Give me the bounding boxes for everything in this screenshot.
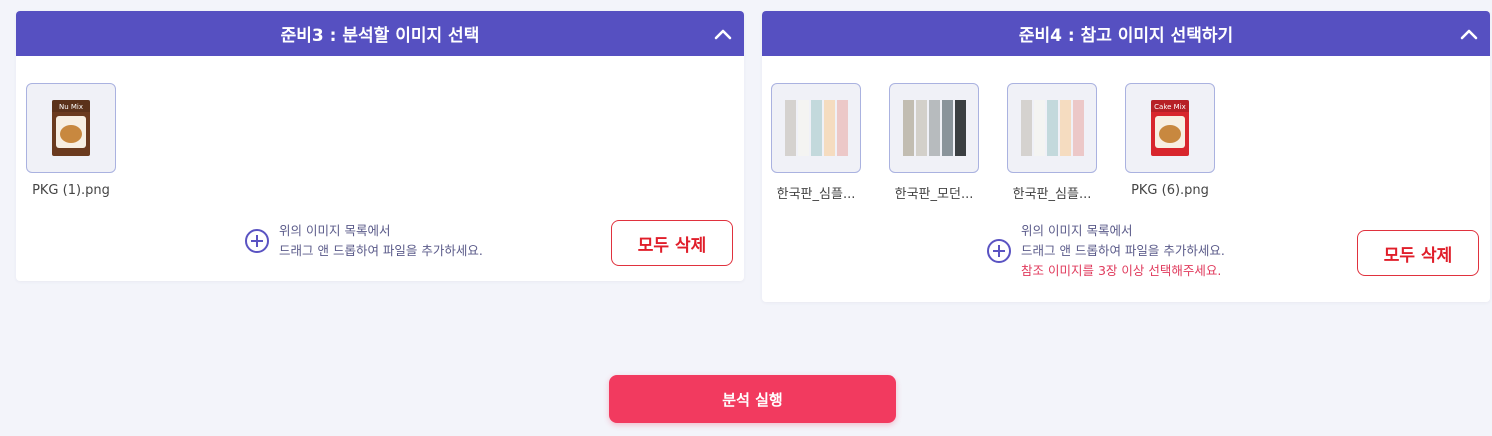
image-thumbnail[interactable]: Nu Mix PKG (1).png xyxy=(21,83,121,198)
thumbnail-frame[interactable] xyxy=(889,83,979,173)
chevron-up-icon xyxy=(714,29,732,40)
palette-swatch xyxy=(836,100,848,156)
image-thumbnail[interactable]: 한국판_심플... xyxy=(1002,83,1102,202)
color-palette-image xyxy=(902,100,966,156)
panel-title: 준비4 : 참고 이미지 선택하기 xyxy=(1018,26,1234,46)
plus-circle-icon[interactable] xyxy=(245,229,269,253)
collapse-button[interactable] xyxy=(1458,23,1480,45)
image-thumbnail[interactable]: 한국판_심플... xyxy=(766,83,866,202)
panel-header: 준비4 : 참고 이미지 선택하기 xyxy=(762,11,1490,56)
image-thumbnail[interactable]: Cake Mix PKG (6).png xyxy=(1120,83,1220,198)
palette-swatch xyxy=(954,100,966,156)
warning-message: 참조 이미지를 3장 이상 선택해주세요. xyxy=(1021,263,1222,278)
reference-image-panel: 준비4 : 참고 이미지 선택하기 한국판_심플... 한국판_모던... 한국판_… xyxy=(762,11,1490,302)
color-palette-image xyxy=(784,100,848,156)
palette-swatch xyxy=(915,100,927,156)
clear-all-button[interactable]: 모두 삭제 xyxy=(611,220,733,266)
product-package-image: Nu Mix xyxy=(52,100,90,156)
drop-hint-line: 위의 이미지 목록에서 xyxy=(279,223,391,238)
drop-zone[interactable]: 위의 이미지 목록에서 드래그 앤 드롭하여 파일을 추가하세요. xyxy=(245,221,483,261)
image-thumbnail[interactable]: 한국판_모던... xyxy=(884,83,984,202)
palette-swatch xyxy=(810,100,822,156)
drop-hint: 위의 이미지 목록에서 드래그 앤 드롭하여 파일을 추가하세요. xyxy=(279,221,483,261)
palette-swatch xyxy=(784,100,796,156)
product-package-image: Cake Mix xyxy=(1151,100,1189,156)
palette-swatch xyxy=(941,100,953,156)
drop-hint-line: 드래그 앤 드롭하여 파일을 추가하세요. xyxy=(1021,243,1225,258)
palette-swatch xyxy=(902,100,914,156)
palette-swatch xyxy=(797,100,809,156)
collapse-button[interactable] xyxy=(712,23,734,45)
thumbnail-filename: 한국판_심플... xyxy=(1012,187,1092,202)
run-analysis-button[interactable]: 분석 실행 xyxy=(609,375,896,423)
palette-swatch xyxy=(1020,100,1032,156)
palette-swatch xyxy=(1059,100,1071,156)
package-label: Cake Mix xyxy=(1154,103,1186,111)
panel-title: 준비3 : 분석할 이미지 선택 xyxy=(280,26,480,46)
thumbnail-frame[interactable] xyxy=(771,83,861,173)
palette-swatch xyxy=(1033,100,1045,156)
drop-hint: 위의 이미지 목록에서 드래그 앤 드롭하여 파일을 추가하세요. 참조 이미지… xyxy=(1021,221,1225,281)
color-palette-image xyxy=(1020,100,1084,156)
palette-swatch xyxy=(928,100,940,156)
drop-zone[interactable]: 위의 이미지 목록에서 드래그 앤 드롭하여 파일을 추가하세요. 참조 이미지… xyxy=(987,221,1225,281)
thumbnail-filename: 한국판_심플... xyxy=(776,187,856,202)
thumbnail-filename: 한국판_모던... xyxy=(894,187,974,202)
package-label: Nu Mix xyxy=(59,103,83,111)
thumbnail-frame[interactable] xyxy=(1007,83,1097,173)
thumbnail-filename: PKG (6).png xyxy=(1131,183,1209,198)
palette-swatch xyxy=(1046,100,1058,156)
panel-header: 준비3 : 분석할 이미지 선택 xyxy=(16,11,744,56)
palette-swatch xyxy=(1072,100,1084,156)
thumbnail-frame[interactable]: Nu Mix xyxy=(26,83,116,173)
plus-circle-icon[interactable] xyxy=(987,239,1011,263)
palette-swatch xyxy=(823,100,835,156)
thumbnail-filename: PKG (1).png xyxy=(32,183,110,198)
chevron-up-icon xyxy=(1460,29,1478,40)
thumbnail-frame[interactable]: Cake Mix xyxy=(1125,83,1215,173)
drop-hint-line: 드래그 앤 드롭하여 파일을 추가하세요. xyxy=(279,243,483,258)
clear-all-button[interactable]: 모두 삭제 xyxy=(1357,230,1479,276)
drop-hint-line: 위의 이미지 목록에서 xyxy=(1021,223,1133,238)
analysis-image-panel: 준비3 : 분석할 이미지 선택 Nu Mix PKG (1).png 위의 이미… xyxy=(16,11,744,281)
